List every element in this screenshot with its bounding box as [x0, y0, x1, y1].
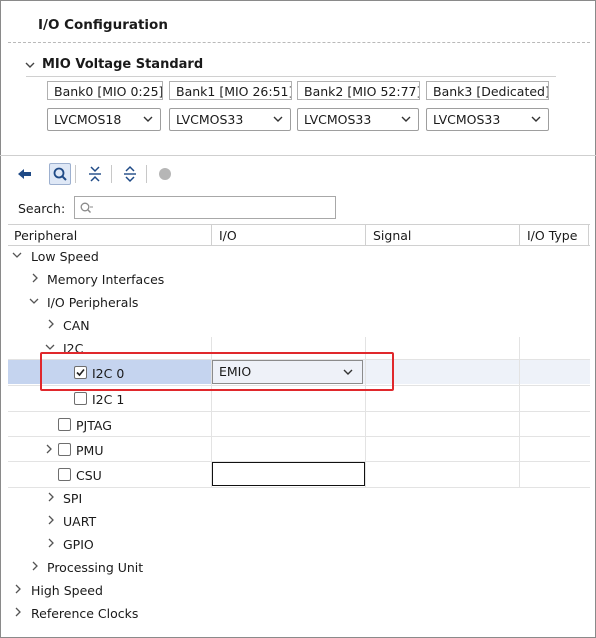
search-label: Search: — [18, 201, 66, 216]
tree-item-uart[interactable]: UART — [63, 514, 96, 529]
section-title-mio-voltage: MIO Voltage Standard — [42, 57, 204, 72]
tree-item-io-peripherals[interactable]: I/O Peripherals — [47, 295, 138, 310]
column-divider — [588, 224, 589, 246]
tree-item-high-speed[interactable]: High Speed — [31, 583, 103, 598]
bank1-voltage-value: LVCMOS33 — [176, 112, 244, 127]
bank0-label: Bank0 [MIO 0:25] — [47, 81, 163, 100]
search-toggle-button[interactable] — [49, 163, 71, 185]
bank2-voltage-value: LVCMOS33 — [304, 112, 372, 127]
chevron-right-icon[interactable] — [31, 561, 39, 571]
tree-item-pmu[interactable]: PMU — [76, 443, 103, 458]
table-header — [8, 224, 590, 246]
i2c1-checkbox[interactable] — [74, 392, 87, 405]
tree-item-reference-clocks[interactable]: Reference Clocks — [31, 606, 138, 621]
tree-item-low-speed[interactable]: Low Speed — [31, 249, 99, 264]
chevron-right-icon[interactable] — [14, 584, 22, 594]
status-button[interactable] — [154, 163, 176, 185]
tree-item-spi[interactable]: SPI — [63, 491, 82, 506]
chevron-right-icon[interactable] — [31, 273, 39, 283]
search-input[interactable] — [74, 196, 336, 219]
column-divider[interactable] — [211, 224, 212, 246]
column-header-io-type[interactable]: I/O Type — [527, 228, 577, 243]
bank3-label: Bank3 [Dedicated] — [426, 81, 549, 100]
bank2-voltage-select[interactable]: LVCMOS33 — [297, 108, 419, 131]
toolbar-divider — [146, 165, 147, 183]
tree-item-memory-interfaces[interactable]: Memory Interfaces — [47, 272, 164, 287]
chevron-down-icon[interactable] — [12, 250, 22, 260]
toolbar-divider — [111, 165, 112, 183]
back-button[interactable] — [14, 163, 36, 185]
section-separator — [0, 155, 596, 156]
collapse-all-icon — [89, 166, 101, 182]
bank1-voltage-select[interactable]: LVCMOS33 — [169, 108, 291, 131]
grid-line — [8, 411, 590, 412]
expand-all-icon — [124, 165, 136, 183]
tree-item-i2c1[interactable]: I2C 1 — [92, 392, 124, 407]
chevron-right-icon[interactable] — [45, 444, 53, 454]
search-icon — [80, 202, 93, 213]
chevron-right-icon[interactable] — [14, 607, 22, 617]
grid-line — [8, 487, 590, 488]
bank0-voltage-select[interactable]: LVCMOS18 — [47, 108, 161, 131]
chevron-down-icon — [531, 116, 541, 122]
back-arrow-icon — [18, 169, 31, 179]
column-header-io[interactable]: I/O — [219, 228, 237, 243]
bank3-voltage-value: LVCMOS33 — [433, 112, 501, 127]
tree-item-gpio[interactable]: GPIO — [63, 537, 94, 552]
section-divider — [26, 76, 556, 77]
pjtag-checkbox[interactable] — [58, 418, 71, 431]
bank1-label: Bank1 [MIO 26:51] — [169, 81, 292, 100]
circle-icon — [159, 168, 171, 180]
csu-io-cell[interactable] — [212, 462, 365, 486]
csu-checkbox[interactable] — [58, 468, 71, 481]
chevron-right-icon[interactable] — [47, 319, 55, 329]
highlight-annotation-box — [40, 352, 394, 391]
column-divider[interactable] — [365, 224, 366, 246]
tree-item-can[interactable]: CAN — [63, 318, 90, 333]
grid-line — [8, 436, 590, 437]
chevron-down-icon — [143, 116, 153, 122]
expand-all-button[interactable] — [119, 163, 141, 185]
search-icon — [53, 167, 67, 181]
column-divider[interactable] — [519, 224, 520, 246]
chevron-right-icon[interactable] — [47, 538, 55, 548]
toolbar-divider — [75, 165, 76, 183]
bank3-voltage-select[interactable]: LVCMOS33 — [426, 108, 549, 131]
chevron-right-icon[interactable] — [47, 492, 55, 502]
chevron-down-icon — [401, 116, 411, 122]
column-header-signal[interactable]: Signal — [373, 228, 411, 243]
tree-item-csu[interactable]: CSU — [76, 468, 102, 483]
pmu-checkbox[interactable] — [58, 443, 71, 456]
chevron-down-icon — [273, 116, 283, 122]
tree-item-processing-unit[interactable]: Processing Unit — [47, 560, 143, 575]
title-divider — [8, 42, 590, 43]
tree-item-pjtag[interactable]: PJTAG — [76, 418, 112, 433]
bank2-label: Bank2 [MIO 52:77] — [297, 81, 420, 100]
chevron-down-icon[interactable] — [24, 59, 36, 71]
bank0-voltage-value: LVCMOS18 — [54, 112, 122, 127]
chevron-down-icon[interactable] — [29, 296, 39, 306]
chevron-right-icon[interactable] — [47, 515, 55, 525]
column-header-peripheral[interactable]: Peripheral — [14, 228, 77, 243]
collapse-all-button[interactable] — [84, 163, 106, 185]
chevron-down-icon[interactable] — [45, 342, 55, 352]
page-title: I/O Configuration — [38, 17, 168, 33]
